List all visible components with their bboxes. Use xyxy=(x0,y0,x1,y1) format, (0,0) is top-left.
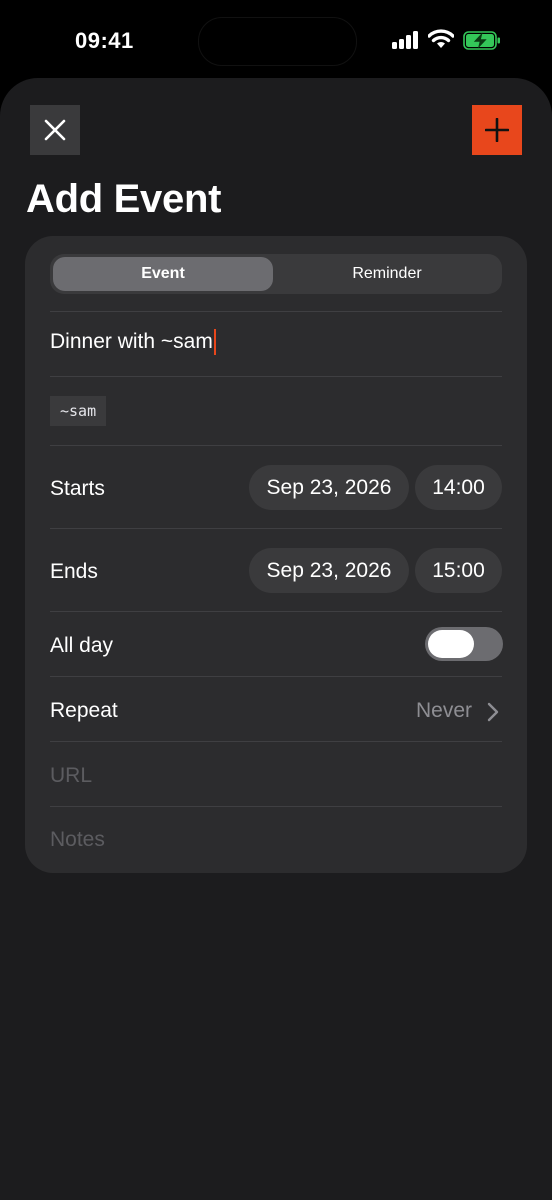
divider xyxy=(50,528,502,529)
toggle-knob xyxy=(428,630,474,658)
text-caret xyxy=(213,329,216,355)
divider xyxy=(50,611,502,612)
close-button[interactable] xyxy=(30,105,80,155)
end-time-picker[interactable]: 15:00 xyxy=(415,548,502,593)
wifi-icon xyxy=(428,29,454,48)
divider xyxy=(50,445,502,446)
status-bar: 09:41 xyxy=(0,0,552,80)
divider xyxy=(50,311,502,312)
divider xyxy=(50,741,502,742)
segment-reminder[interactable]: Reminder xyxy=(277,257,497,291)
start-date-picker[interactable]: Sep 23, 2026 xyxy=(249,465,409,510)
url-field[interactable]: URL xyxy=(50,764,92,788)
divider xyxy=(50,376,502,377)
close-icon xyxy=(44,119,66,141)
add-event-button[interactable] xyxy=(472,105,522,155)
event-type-segmented-control: Event Reminder xyxy=(50,254,502,294)
event-title-text: Dinner with ~sam xyxy=(50,330,213,353)
cellular-signal-icon xyxy=(392,31,420,49)
status-time: 09:41 xyxy=(75,28,134,53)
dynamic-island xyxy=(198,17,357,66)
divider xyxy=(50,676,502,677)
all-day-toggle[interactable] xyxy=(425,627,503,661)
repeat-label[interactable]: Repeat xyxy=(50,699,118,723)
page-title: Add Event xyxy=(26,177,222,221)
starts-label: Starts xyxy=(50,477,105,500)
segment-event[interactable]: Event xyxy=(53,257,273,291)
repeat-value[interactable]: Never xyxy=(416,699,472,723)
event-title-input[interactable]: Dinner with ~sam xyxy=(50,329,216,355)
all-day-label: All day xyxy=(50,634,114,657)
start-time-picker[interactable]: 14:00 xyxy=(415,465,502,510)
end-date-picker[interactable]: Sep 23, 2026 xyxy=(249,548,409,593)
event-form-card: Event Reminder Dinner with ~sam ~sam Sta… xyxy=(25,236,527,873)
divider xyxy=(50,806,502,807)
battery-charging-icon xyxy=(463,31,500,50)
notes-field[interactable]: Notes xyxy=(50,828,105,852)
person-tag-chip[interactable]: ~sam xyxy=(50,396,107,426)
plus-icon xyxy=(485,118,509,142)
ends-label: Ends xyxy=(50,560,98,583)
chevron-right-icon xyxy=(487,702,499,722)
add-event-sheet: Add Event Event Reminder Dinner with ~sa… xyxy=(0,78,552,1200)
